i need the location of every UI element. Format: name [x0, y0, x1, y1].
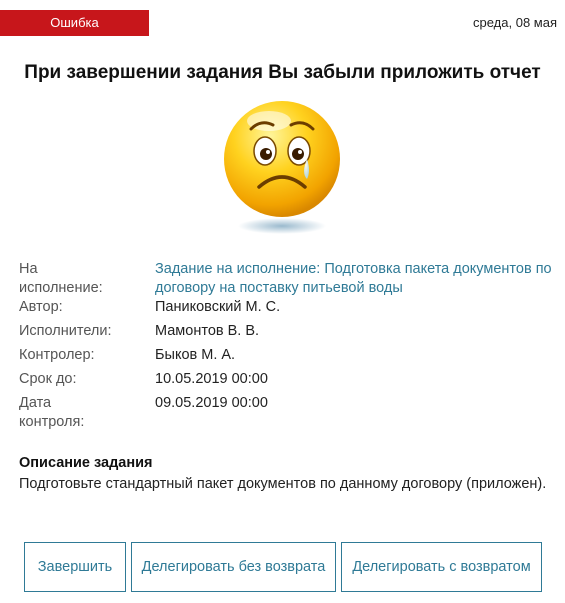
detail-row-control-date: Дата контроля: 09.05.2019 00:00 [19, 394, 559, 432]
executors-label: Исполнители: [19, 323, 112, 339]
author-value: Паниковский М. С. [155, 299, 281, 315]
controller-label: Контролер: [19, 347, 95, 363]
deadline-value: 10.05.2019 00:00 [155, 371, 268, 387]
deadline-label: Срок до: [19, 371, 77, 387]
description-text: Подготовьте стандартный пакет документов… [19, 476, 547, 492]
controller-value: Быков М. А. [155, 347, 236, 363]
author-label: Автор: [19, 299, 63, 315]
error-badge: Ошибка [0, 10, 149, 36]
control-date-label: Дата контроля: [19, 395, 85, 430]
assignment-link[interactable]: Задание на исполнение: Подготовка пакета… [155, 260, 555, 298]
detail-row-author: Автор: Паниковский М. С. [19, 298, 559, 322]
delegate-no-return-button[interactable]: Делегировать без возврата [131, 542, 336, 592]
page-title: При завершении задания Вы забыли приложи… [24, 62, 541, 83]
current-date: среда, 08 мая [473, 15, 557, 30]
detail-row-controller: Контролер: Быков М. А. [19, 346, 559, 370]
executors-value: Мамонтов В. В. [155, 323, 260, 339]
complete-button[interactable]: Завершить [24, 542, 126, 592]
control-date-value: 09.05.2019 00:00 [155, 395, 268, 411]
sad-smiley-icon [224, 101, 340, 234]
top-bar: Ошибка среда, 08 мая [0, 0, 565, 40]
assignment-label: На исполнение: [19, 261, 103, 296]
detail-row-executors: Исполнители: Мамонтов В. В. [19, 322, 559, 346]
detail-row-assignment: На исполнение: Задание на исполнение: По… [19, 260, 559, 298]
detail-row-deadline: Срок до: 10.05.2019 00:00 [19, 370, 559, 394]
delegate-with-return-button[interactable]: Делегировать с возвратом [341, 542, 542, 592]
description-title: Описание задания [19, 455, 153, 471]
